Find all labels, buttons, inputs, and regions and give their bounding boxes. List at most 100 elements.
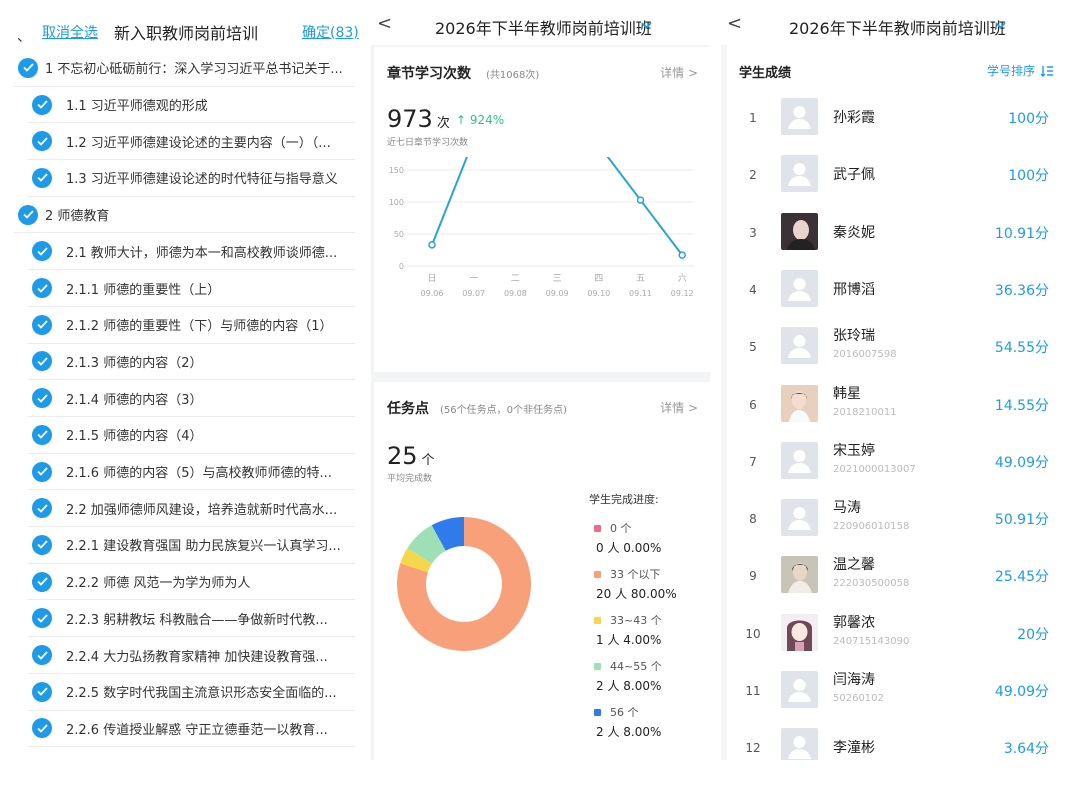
checked-circle-icon[interactable]: [32, 424, 52, 445]
section-row[interactable]: 2.1.3 师德的内容（2）: [28, 344, 355, 381]
confirm-link[interactable]: 确定(83): [302, 22, 359, 42]
avatar[interactable]: [781, 155, 818, 193]
student-rank: 12: [745, 741, 761, 756]
legend-range-label: 33 个以下: [610, 568, 661, 581]
avatar[interactable]: [781, 556, 818, 594]
section-row[interactable]: 2.2 加强师德师风建设，培养造就新时代高水...: [28, 490, 355, 528]
avatar[interactable]: [781, 269, 818, 307]
checked-circle-icon[interactable]: [32, 645, 52, 666]
student-row[interactable]: 6 韩星 2018210011 14.55分: [727, 377, 1066, 434]
student-row[interactable]: 3 秦炎妮 10.91分: [727, 205, 1066, 262]
section-row[interactable]: 2.2.5 数字时代我国主流意识形态安全面临的...: [28, 674, 355, 711]
avatar[interactable]: [781, 671, 818, 708]
checked-circle-icon[interactable]: [32, 241, 52, 262]
checked-circle-icon[interactable]: [18, 57, 38, 78]
checked-circle-icon[interactable]: [32, 131, 52, 152]
checked-circle-icon[interactable]: [32, 388, 52, 409]
student-row[interactable]: 7 宋玉婷 2021000013007 49.09分: [727, 434, 1066, 491]
section-row[interactable]: 2.1.6 师德的内容（5）与高校教师师德的特...: [28, 454, 355, 491]
checked-circle-icon[interactable]: [32, 94, 52, 115]
student-row[interactable]: 1 孙彩霞 100分: [727, 90, 1066, 147]
back-button[interactable]: <: [377, 13, 392, 34]
task-detail-link[interactable]: 详情 >: [660, 399, 698, 416]
legend-range: 44~55 个: [594, 658, 662, 674]
checked-circle-icon[interactable]: [32, 278, 52, 299]
chevron-down-icon[interactable]: [641, 22, 652, 29]
section-row[interactable]: 2.2.1 建设教育强国 助力民族复兴一认真学习...: [28, 527, 355, 564]
student-score: 25.45分: [994, 569, 1049, 586]
x-day-label: 二: [511, 274, 520, 284]
chapter-row[interactable]: 1 不忘初心砥砺前行：深入学习习近平总书记关于...: [14, 50, 355, 87]
checked-circle-icon[interactable]: [32, 167, 52, 188]
checked-circle-icon[interactable]: [32, 498, 52, 519]
legend-swatch: [594, 662, 601, 670]
student-rank: 6: [749, 397, 757, 412]
student-row[interactable]: 9 温之馨 222030500058 25.45分: [727, 548, 1066, 605]
student-name: 武子佩: [833, 167, 875, 184]
student-row[interactable]: 8 马涛 220906010158 50.91分: [727, 491, 1066, 548]
student-row[interactable]: 5 张玲瑞 2016007598 54.55分: [727, 319, 1066, 376]
avatar[interactable]: [781, 441, 818, 479]
checked-circle-icon[interactable]: [32, 534, 52, 555]
avatar[interactable]: [781, 327, 818, 365]
section-row[interactable]: 1.2 习近平师德建设论述的主要内容（一）（...: [28, 123, 355, 161]
course-title[interactable]: 2026年下半年教师岗前培训班: [435, 15, 652, 39]
section-row[interactable]: 2.1.5 师德的内容（4）: [28, 417, 355, 454]
course-title[interactable]: 2026年下半年教师岗前培训班: [789, 15, 1006, 39]
checked-circle-icon[interactable]: [32, 608, 52, 629]
student-row[interactable]: 12 李潼彬 3.64分: [727, 720, 1066, 760]
student-row[interactable]: 2 武子佩 100分: [727, 147, 1066, 204]
back-glyph[interactable]: 、: [17, 26, 31, 46]
avatar[interactable]: [781, 98, 818, 135]
student-row[interactable]: 10 郭馨浓 240715143090 20分: [727, 606, 1066, 663]
avatar[interactable]: [781, 384, 818, 422]
checked-circle-icon[interactable]: [32, 718, 52, 739]
avatar[interactable]: [781, 212, 818, 250]
cancel-select-all-link[interactable]: 取消全选: [42, 22, 98, 42]
checked-circle-icon[interactable]: [32, 351, 52, 372]
legend-range: 56 个: [594, 704, 639, 720]
section-row[interactable]: 2.2.4 大力弘扬教育家精神 加快建设教育强...: [28, 637, 355, 674]
avatar[interactable]: [781, 499, 818, 537]
checked-circle-icon[interactable]: [18, 204, 38, 225]
section-row[interactable]: 2.2.3 躬耕教坛 科教融合——争做新时代教...: [28, 601, 355, 638]
legend-range-label: 0 个: [610, 522, 632, 535]
student-score: 3.64分: [1003, 741, 1049, 758]
study-detail-link[interactable]: 详情 >: [660, 64, 698, 81]
sort-button[interactable]: 学号排序: [987, 62, 1054, 79]
row-label: 2.1.4 师德的内容（3）: [66, 392, 203, 408]
data-point[interactable]: [636, 196, 645, 204]
legend-range-label: 56 个: [610, 706, 639, 719]
section-row[interactable]: 2.1.2 师德的重要性（下）与师德的内容（1）: [28, 307, 355, 344]
student-row[interactable]: 4 邢博滔 36.36分: [727, 262, 1066, 319]
student-score: 49.09分: [994, 454, 1049, 471]
task-count-value: 25: [387, 442, 418, 470]
data-point[interactable]: [428, 241, 436, 249]
checked-circle-icon[interactable]: [32, 314, 52, 335]
student-id: 222030500058: [833, 578, 910, 590]
row-label: 2.2.4 大力弘扬教育家精神 加快建设教育强...: [66, 649, 328, 665]
section-row[interactable]: 2.1.1 师德的重要性（上）: [28, 270, 355, 307]
avatar[interactable]: [781, 613, 818, 651]
section-row[interactable]: 1.3 习近平师德建设论述的时代特征与指导意义: [28, 160, 355, 197]
student-row[interactable]: 11 闫海涛 50260102 49.09分: [727, 663, 1066, 720]
student-name: 马涛: [833, 500, 861, 517]
section-row[interactable]: 2.2.6 传道授业解惑 守正立德垂范一以教育...: [28, 711, 355, 748]
section-row[interactable]: 2.1 教师大计，师德为本一和高校教师谈师德...: [28, 234, 355, 271]
section-row[interactable]: 2.2.2 师德 风范一为学为师为人: [28, 564, 355, 601]
avatar[interactable]: [781, 728, 818, 760]
back-button[interactable]: <: [727, 13, 742, 34]
checked-circle-icon[interactable]: [32, 461, 52, 482]
study-line-chart: 050100150200250日09.06一09.07二09.08三09.09四…: [389, 157, 694, 298]
checked-circle-icon[interactable]: [32, 571, 52, 592]
chevron-down-icon[interactable]: [995, 22, 1006, 29]
student-score: 54.55分: [994, 340, 1049, 357]
data-point[interactable]: [678, 251, 686, 259]
y-tick-label: 50: [394, 230, 404, 239]
section-row[interactable]: 1.1 习近平师德观的形成: [28, 87, 355, 124]
section-row[interactable]: 2.1.4 师德的内容（3）: [28, 380, 355, 417]
chapter-row[interactable]: 2 师德教育: [14, 197, 355, 234]
progress-legend-title: 学生完成进度:: [589, 493, 659, 506]
row-label: 1.2 习近平师德建设论述的主要内容（一）（...: [66, 135, 331, 151]
checked-circle-icon[interactable]: [32, 681, 52, 702]
